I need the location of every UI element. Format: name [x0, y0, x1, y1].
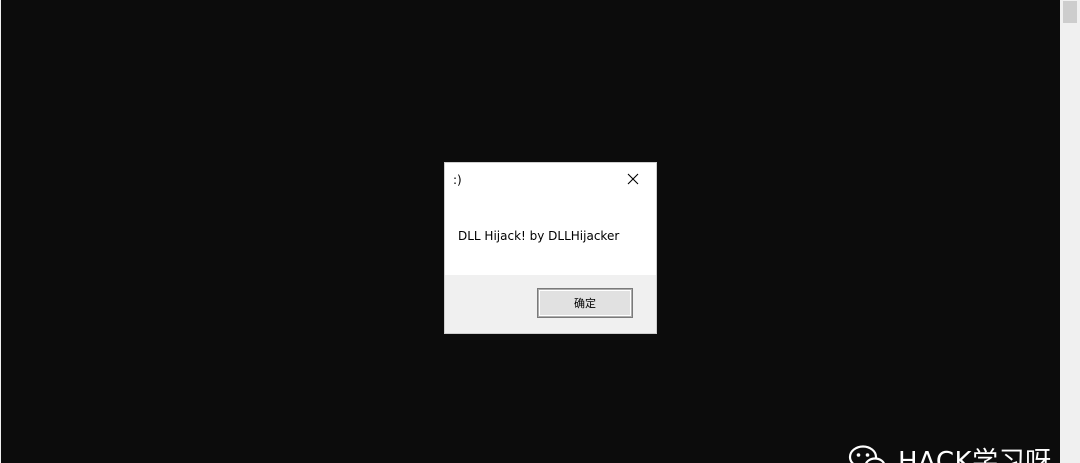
dialog-title: :)	[453, 173, 462, 187]
screen: :) DLL Hijack! by DLLHijacker 确定 HACK学习呀	[0, 0, 1080, 463]
ok-button[interactable]: 确定	[537, 288, 633, 318]
dialog-button-bar: 确定	[445, 275, 656, 333]
watermark: HACK学习呀	[848, 441, 1052, 463]
vertical-scrollbar[interactable]	[1060, 0, 1080, 463]
scrollbar-thumb[interactable]	[1063, 1, 1077, 23]
watermark-text: HACK学习呀	[898, 447, 1052, 463]
close-icon	[627, 173, 639, 185]
close-button[interactable]	[610, 163, 656, 195]
message-box-dialog: :) DLL Hijack! by DLLHijacker 确定	[445, 163, 656, 333]
dialog-message: DLL Hijack! by DLLHijacker	[458, 229, 620, 243]
wechat-icon	[848, 444, 886, 463]
